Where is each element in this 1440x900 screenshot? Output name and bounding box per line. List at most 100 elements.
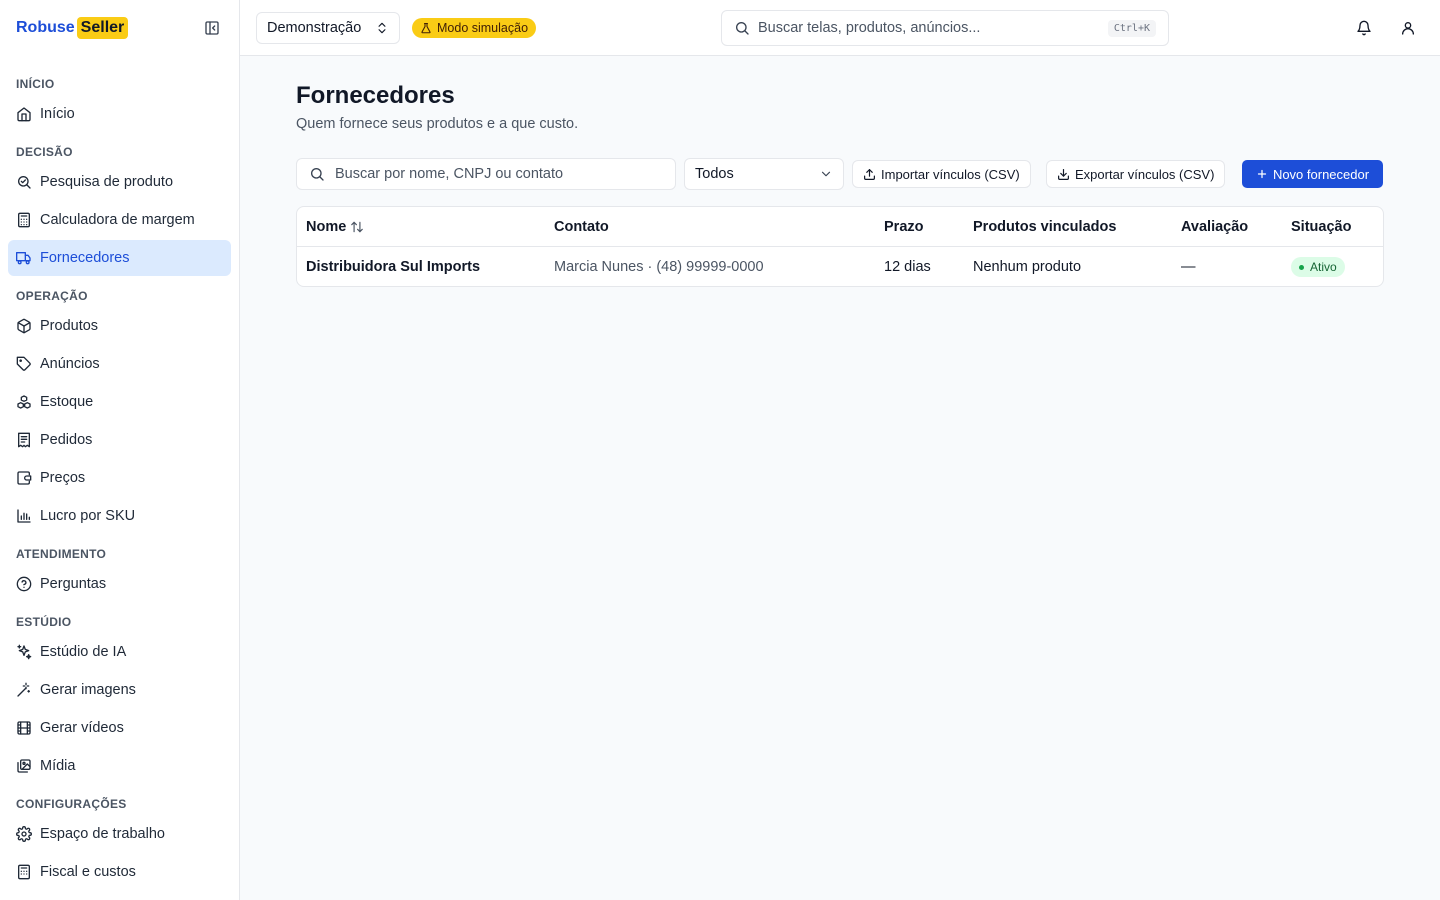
sidebar-item-label: Mídia	[40, 758, 76, 774]
search-shortcut-hint: Ctrl+K	[1107, 19, 1156, 37]
cell-produtos-vinculados: Nenhum produto	[973, 259, 1082, 275]
import-links-label: Importar vínculos (CSV)	[881, 166, 1020, 182]
cell-prazo: 12 dias	[884, 259, 931, 275]
status-filter-value: Todos	[695, 166, 734, 182]
sidebar-item-label: Pedidos	[40, 432, 93, 448]
sidebar-item-lucro-por-sku[interactable]: Lucro por SKU	[8, 498, 231, 534]
panel-left-icon	[205, 21, 219, 35]
nav-section-decisao: DECISÃO	[16, 145, 73, 159]
export-links-label: Exportar vínculos (CSV)	[1075, 166, 1215, 182]
sidebar-collapse-button[interactable]	[201, 17, 223, 39]
simulation-mode-label: Modo simulação	[437, 21, 529, 35]
import-links-button[interactable]: Importar vínculos (CSV)	[852, 160, 1031, 188]
workspace-name: Demonstração	[267, 20, 362, 36]
column-header-contato: Contato	[554, 219, 609, 235]
column-header-produtos-vinculados: Produtos vinculados	[973, 219, 1117, 235]
sidebar-item-label: Fornecedores	[40, 250, 130, 266]
sidebar-item-midia[interactable]: Mídia	[8, 748, 231, 784]
gear-icon	[16, 826, 32, 842]
cell-contato: Marcia Nunes · (48) 99999-0000	[554, 259, 764, 275]
column-header-label: Nome	[306, 219, 347, 235]
tag-icon	[16, 356, 31, 371]
sidebar-item-label: Espaço de trabalho	[40, 826, 165, 842]
supplier-search[interactable]	[296, 158, 676, 190]
bell-icon	[1357, 20, 1371, 36]
sidebar-item-label: Gerar imagens	[40, 682, 136, 698]
boxes-icon	[17, 395, 31, 409]
sidebar-item-label: Produtos	[40, 318, 99, 334]
nav-section-configuracoes: CONFIGURAÇÕES	[16, 797, 127, 811]
column-header-avaliacao: Avaliação	[1181, 219, 1249, 235]
sidebar-item-fornecedores[interactable]: Fornecedores	[8, 240, 231, 276]
package-icon	[17, 318, 31, 334]
sidebar: Robuse Seller INÍCIO Início DECISÃO Pesq…	[0, 0, 240, 900]
sidebar-item-estoque[interactable]: Estoque	[8, 384, 231, 420]
sidebar-item-estudio-de-ia[interactable]: Estúdio de IA	[8, 634, 231, 670]
notifications-button[interactable]	[1352, 16, 1376, 40]
sidebar-item-label: Perguntas	[40, 576, 107, 592]
sidebar-item-produtos[interactable]: Produtos	[8, 308, 231, 344]
global-search[interactable]: Ctrl+K	[721, 10, 1169, 46]
sidebar-item-gerar-imagens[interactable]: Gerar imagens	[8, 672, 231, 708]
plus-icon	[1257, 169, 1267, 179]
sidebar-item-espaco-de-trabalho[interactable]: Espaço de trabalho	[8, 816, 231, 852]
export-links-button[interactable]: Exportar vínculos (CSV)	[1046, 160, 1226, 188]
search-icon	[311, 168, 324, 181]
column-header-prazo: Prazo	[884, 219, 924, 235]
sidebar-item-label: Fiscal e custos	[40, 864, 136, 880]
chevrons-up-down-icon	[378, 22, 386, 34]
sidebar-item-perguntas[interactable]: Perguntas	[8, 566, 231, 602]
upload-icon	[864, 168, 875, 180]
sidebar-item-label: Calculadora de margem	[40, 212, 195, 228]
nav-section-estudio: ESTÚDIO	[16, 615, 72, 629]
global-search-input[interactable]	[758, 20, 1108, 36]
sidebar-item-label: Preços	[40, 470, 86, 486]
sidebar-item-inicio[interactable]: Início	[8, 96, 231, 132]
suppliers-toolbar: Todos Importar vínculos (CSV) Exportar v…	[296, 158, 1384, 190]
status-badge: Ativo	[1291, 257, 1345, 277]
wand-icon	[17, 682, 30, 697]
cell-avaliacao: —	[1181, 259, 1196, 275]
sidebar-item-label: Início	[40, 106, 75, 122]
table-header-row: Nome Contato Prazo Produtos vinculados A…	[297, 207, 1383, 247]
sidebar-item-label: Anúncios	[40, 356, 100, 372]
column-header-nome[interactable]: Nome	[306, 207, 364, 247]
column-header-situacao: Situação	[1291, 219, 1352, 235]
sidebar-item-label: Gerar vídeos	[40, 720, 124, 736]
calculator-icon	[18, 212, 30, 228]
status-filter-select[interactable]: Todos	[684, 158, 844, 190]
new-supplier-button[interactable]: Novo fornecedor	[1242, 160, 1383, 188]
suppliers-table: Nome Contato Prazo Produtos vinculados A…	[296, 206, 1384, 287]
brand-row: Robuse Seller	[0, 0, 239, 56]
sidebar-item-pedidos[interactable]: Pedidos	[8, 422, 231, 458]
film-icon	[17, 721, 31, 735]
brand-word-seller: Seller	[76, 17, 129, 39]
new-supplier-label: Novo fornecedor	[1272, 166, 1370, 182]
supplier-search-input[interactable]	[335, 166, 663, 182]
simulation-mode-badge: Modo simulação	[412, 18, 537, 38]
help-circle-icon	[16, 576, 32, 592]
sort-arrows-icon	[351, 221, 364, 233]
user-icon	[1402, 22, 1414, 35]
sidebar-item-anuncios[interactable]: Anúncios	[8, 346, 231, 382]
home-icon	[17, 107, 31, 122]
images-icon	[17, 759, 31, 773]
search-check-icon	[18, 176, 31, 189]
sidebar-item-pesquisa-de-produto[interactable]: Pesquisa de produto	[8, 164, 231, 200]
user-menu-button[interactable]	[1396, 16, 1420, 40]
sidebar-item-label: Pesquisa de produto	[40, 174, 174, 190]
truck-icon	[16, 252, 31, 265]
sidebar-nav: INÍCIO Início DECISÃO Pesquisa de produt…	[0, 56, 239, 890]
calculator-icon	[18, 864, 30, 880]
nav-section-inicio: INÍCIO	[16, 77, 55, 91]
sidebar-item-label: Estúdio de IA	[40, 644, 127, 660]
sidebar-item-precos[interactable]: Preços	[8, 460, 231, 496]
search-icon	[736, 22, 749, 35]
table-row[interactable]: Distribuidora Sul Imports Marcia Nunes ·…	[297, 247, 1383, 286]
sidebar-item-gerar-videos[interactable]: Gerar vídeos	[8, 710, 231, 746]
workspace-selector[interactable]: Demonstração	[256, 12, 400, 44]
sidebar-item-calculadora-de-margem[interactable]: Calculadora de margem	[8, 202, 231, 238]
brand-logo[interactable]: Robuse Seller	[16, 17, 129, 39]
sidebar-item-fiscal-e-custos[interactable]: Fiscal e custos	[8, 854, 231, 890]
receipt-icon	[18, 432, 30, 448]
